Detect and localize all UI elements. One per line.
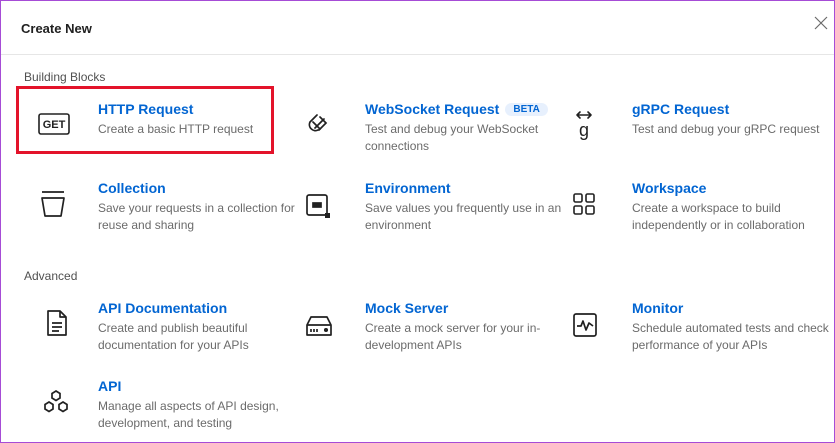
grpc-request-item[interactable]: g gRPC Request Test and debug your gRPC …: [572, 101, 832, 161]
grpc-request-name: gRPC Request: [632, 101, 730, 117]
svg-text:g: g: [579, 120, 589, 140]
monitor-icon: [572, 312, 604, 344]
collection-icon: [40, 190, 72, 222]
mock-server-desc: Create a mock server for your in-develop…: [365, 321, 541, 352]
section-advanced: Advanced: [24, 269, 78, 283]
collection-name: Collection: [98, 180, 166, 196]
grpc-request-desc: Test and debug your gRPC request: [632, 122, 820, 136]
websocket-icon: [305, 111, 337, 143]
highlight-box: [16, 86, 274, 154]
close-icon[interactable]: [814, 16, 832, 34]
websocket-request-item[interactable]: WebSocket Request BETA Test and debug you…: [305, 101, 565, 161]
api-icon: [42, 389, 74, 421]
monitor-name: Monitor: [632, 300, 684, 316]
workspace-icon: [572, 192, 604, 224]
api-item[interactable]: API Manage all aspects of API design, de…: [24, 378, 284, 438]
collection-desc: Save your requests in a collection for r…: [98, 201, 295, 232]
beta-badge: BETA: [505, 103, 548, 116]
workspace-desc: Create a workspace to build independentl…: [632, 201, 805, 232]
document-icon: [46, 309, 78, 341]
workspace-item[interactable]: Workspace Create a workspace to build in…: [572, 180, 832, 240]
section-building-blocks: Building Blocks: [24, 70, 106, 84]
monitor-item[interactable]: Monitor Schedule automated tests and che…: [572, 300, 832, 360]
api-documentation-name: API Documentation: [98, 300, 228, 316]
grpc-icon: g: [572, 109, 596, 140]
api-name: API: [98, 378, 122, 394]
environment-icon: [305, 193, 337, 225]
monitor-desc: Schedule automated tests and check perfo…: [632, 321, 829, 352]
environment-item[interactable]: Environment Save values you frequently u…: [305, 180, 565, 240]
dialog-header: Create New: [1, 1, 834, 55]
api-documentation-item[interactable]: API Documentation Create and publish bea…: [24, 300, 284, 360]
mock-server-icon: [305, 315, 337, 347]
environment-name: Environment: [365, 180, 451, 196]
environment-desc: Save values you frequently use in an env…: [365, 201, 562, 232]
websocket-request-name: WebSocket Request BETA: [365, 101, 548, 117]
websocket-request-desc: Test and debug your WebSocket connection…: [365, 122, 539, 153]
workspace-name: Workspace: [632, 180, 707, 196]
dialog-title: Create New: [21, 21, 92, 36]
api-documentation-desc: Create and publish beautiful documentati…: [98, 321, 249, 352]
mock-server-item[interactable]: Mock Server Create a mock server for you…: [305, 300, 565, 360]
api-desc: Manage all aspects of API design, develo…: [98, 399, 279, 430]
mock-server-name: Mock Server: [365, 300, 449, 316]
collection-item[interactable]: Collection Save your requests in a colle…: [24, 180, 295, 240]
